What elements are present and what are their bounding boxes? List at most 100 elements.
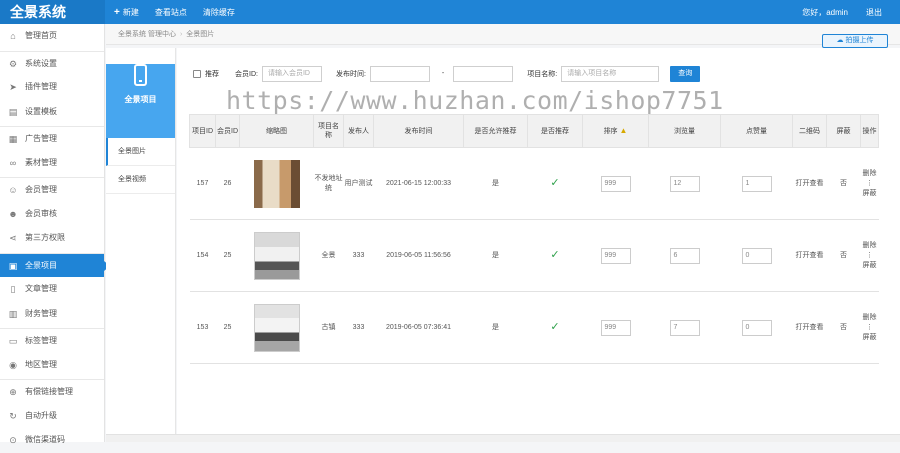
upload-button[interactable]: ☁ 拍摄上传 [822,34,888,48]
app-title: 全景系统 [0,0,105,24]
watermark-text: https://www.huzhan.com/ishop7751 [226,86,724,115]
cell-allow-recommend[interactable]: 是 [463,219,528,292]
search-button[interactable]: 查询 [670,65,701,82]
table-header-row: 项目ID 会员ID 缩略图 项目名称 发布人 发布时间 是否允许推荐 是否推荐 … [189,114,879,148]
sidebar-item-panorama[interactable]: ▣ 全景项目 [0,252,110,277]
delete-link[interactable]: 删除 [862,169,878,179]
col-actions: 操作 [860,114,879,148]
cell-recommended[interactable]: ✓ [527,291,583,364]
tab-panorama-videos[interactable]: 全景视频 [106,166,175,194]
cell-allow-recommend[interactable]: 是 [463,147,528,220]
sidebar-item-regions[interactable]: ◉ 地区管理 [0,353,104,378]
likes-input[interactable]: 1 [741,175,772,192]
user-greeting: 您好，admin [802,7,848,17]
cell-block[interactable]: 否 [826,147,861,220]
sidebar-item-templates[interactable]: ▤ 设置模板 [0,100,104,125]
send-icon: ➤ [9,82,17,92]
cell-sort: 999 [582,219,649,292]
block-link[interactable]: 屏蔽 [862,333,878,343]
project-name-label: 项目名称: [527,70,558,78]
recommend-checkbox[interactable] [193,69,201,78]
table-row: 157 26 不发地址统 用户测试 2021-06-15 12:00:33 是 … [189,147,879,220]
check-icon: ✓ [550,176,560,189]
sidebar-item-settings[interactable]: ⚙ 系统设置 [0,50,104,76]
sidebar-item-wechat[interactable]: ⊙ 微信渠道码 [0,428,104,453]
sidebar-item-third-party[interactable]: ⋖ 第三方权限 [0,226,104,251]
check-icon: ✓ [550,320,560,333]
sidebar-item-materials[interactable]: ∞ 素材管理 [0,151,104,176]
sidebar-item-articles[interactable]: ▯ 文章管理 [0,277,104,302]
start-date-input[interactable] [369,65,430,82]
sidebar-item-home[interactable]: ⌂ 管理首页 [0,24,104,49]
view-site-link[interactable]: 查看站点 [155,7,187,18]
sidebar-item-member-review[interactable]: ☻ 会员审核 [0,202,104,227]
thumbnail-image[interactable] [253,159,300,208]
filter-bar: 推荐 会员ID: 请输入会员ID 发布时间: - 项目名称: 请输入项目名称 查… [193,65,701,82]
sort-input[interactable]: 999 [600,319,631,336]
cell-project-id: 157 [189,147,216,220]
views-input[interactable]: 6 [669,247,700,264]
likes-input[interactable]: 0 [741,247,772,264]
cell-member-id: 26 [215,147,240,220]
likes-input[interactable]: 0 [741,319,772,336]
logout-link[interactable]: 退出 [866,7,882,18]
sidebar-item-plugins[interactable]: ➤ 插件管理 [0,75,104,100]
cell-project-name: 古镇 [313,291,344,364]
cell-recommended[interactable]: ✓ [527,147,583,220]
panel-header: 全景项目 [106,64,175,138]
paid-link-icon: ⊕ [9,387,17,397]
col-qrcode: 二维码 [792,114,827,148]
sidebar-item-ads[interactable]: ▦ 广告管理 [0,126,104,151]
sort-input[interactable]: 999 [600,175,631,192]
top-bar: 全景系统 + 新建 查看站点 清除缓存 您好，admin 退出 [0,0,900,24]
views-input[interactable]: 7 [669,319,700,336]
col-publish-time: 发布时间 [373,114,464,148]
cell-actions: 删除 ⋮ 屏蔽 [860,291,879,364]
thumbnail-image[interactable] [253,303,300,352]
sidebar-item-members[interactable]: ☺ 会员管理 [0,177,104,202]
block-link[interactable]: 屏蔽 [862,189,878,199]
tab-panorama-images[interactable]: 全景图片 [106,138,175,166]
cell-qrcode[interactable]: 打开查看 [792,291,827,364]
member-id-input[interactable]: 请输入会员ID [261,65,322,82]
cell-sort: 999 [582,291,649,364]
sidebar-item-tags[interactable]: ▭ 标签管理 [0,328,104,353]
upgrade-icon: ↻ [9,410,17,421]
clear-cache-link[interactable]: 清除缓存 [203,7,235,18]
col-block: 屏蔽 [826,114,861,148]
cell-qrcode[interactable]: 打开查看 [792,147,827,220]
check-icon: ✓ [550,248,560,261]
sidebar-item-paid-links[interactable]: ⊕ 有偿链接管理 [0,379,104,404]
new-button[interactable]: + 新建 [114,7,139,18]
cell-qrcode[interactable]: 打开查看 [792,219,827,292]
cell-block[interactable]: 否 [826,291,861,364]
views-input[interactable]: 12 [669,175,700,192]
project-table: 项目ID 会员ID 缩略图 项目名称 发布人 发布时间 是否允许推荐 是否推荐 … [189,114,879,364]
sort-input[interactable]: 999 [600,247,631,264]
panel-title: 全景项目 [124,95,157,104]
project-name-input[interactable]: 请输入项目名称 [561,65,660,82]
bottom-scrollbar[interactable] [106,434,900,442]
phone-icon [134,64,147,86]
sidebar-item-finance[interactable]: ▥ 财务管理 [0,302,104,327]
cell-likes: 1 [720,147,793,220]
cell-publish-time: 2021-06-15 12:00:33 [373,147,464,220]
cell-recommended[interactable]: ✓ [527,219,583,292]
thumbnail-image[interactable] [253,231,300,280]
end-date-input[interactable] [453,65,514,82]
cell-actions: 删除 ⋮ 屏蔽 [860,147,879,220]
cell-thumbnail [239,291,314,364]
breadcrumb-item: 全景图片 [186,31,215,38]
main-content: 推荐 会员ID: 请输入会员ID 发布时间: - 项目名称: 请输入项目名称 查… [177,48,900,442]
breadcrumb-item[interactable]: 全景系统 管理中心 [118,31,176,38]
breadcrumb: 全景系统 管理中心 › 全景图片 [118,31,215,38]
cell-publisher: 用户测试 [343,147,374,220]
cell-block[interactable]: 否 [826,219,861,292]
recommend-label: 推荐 [205,70,219,78]
sidebar-item-upgrade[interactable]: ↻ 自动升级 [0,404,104,429]
delete-link[interactable]: 删除 [862,241,878,251]
block-link[interactable]: 屏蔽 [862,261,878,271]
delete-link[interactable]: 删除 [862,313,878,323]
cell-allow-recommend[interactable]: 是 [463,291,528,364]
cell-thumbnail [239,147,314,220]
